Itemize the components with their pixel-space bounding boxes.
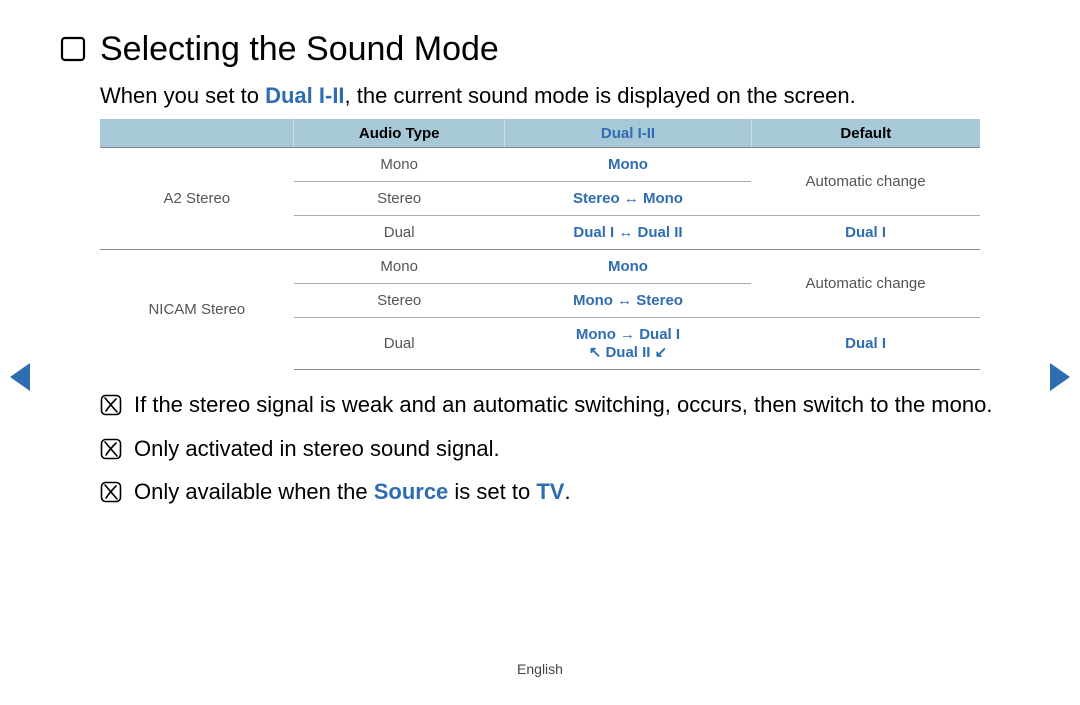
note-icon [100,394,122,416]
note-3-prefix: Only available when the [134,479,374,504]
table-header-default: Default [751,119,980,148]
page-title: Selecting the Sound Mode [60,30,1020,69]
table-header-audio-type: Audio Type [294,119,505,148]
table-header-blank [100,119,294,148]
nicam-group-label: NICAM Stereo [100,250,294,370]
a2-group-label: A2 Stereo [100,148,294,250]
nicam-r1-default: Automatic change [751,250,980,318]
notes-block: If the stereo signal is weak and an auto… [100,390,1020,507]
note-item: Only activated in stereo sound signal. [100,434,1020,464]
a2-r1-atype: Mono [294,148,505,182]
nicam-r3-dual: Mono → Dual I ↖ Dual II ↙ [505,318,751,370]
nicam-r3-default: Dual I [751,318,980,370]
prev-page-arrow-icon[interactable] [10,363,30,391]
note-1-text: If the stereo signal is weak and an auto… [134,390,992,420]
nicam-r3-atype: Dual [294,318,505,370]
footer-language: English [0,661,1080,677]
next-page-arrow-icon[interactable] [1050,363,1070,391]
note-3-tv: TV [536,479,564,504]
note-item: Only available when the Source is set to… [100,477,1020,507]
sound-mode-table: Audio Type Dual I-II Default A2 Stereo M… [100,119,980,370]
page-title-text: Selecting the Sound Mode [100,30,499,68]
a2-r2-dual: Stereo ↔ Mono [505,182,751,216]
intro-suffix: , the current sound mode is displayed on… [345,83,856,108]
note-3-text: Only available when the Source is set to… [134,477,571,507]
title-bullet-icon [60,36,86,62]
a2-r1-dual: Mono [505,148,751,182]
note-3-source: Source [374,479,449,504]
note-icon [100,438,122,460]
table-row: NICAM Stereo Mono Mono Automatic change [100,250,980,284]
a2-r2-atype: Stereo [294,182,505,216]
note-2-text: Only activated in stereo sound signal. [134,434,500,464]
intro-prefix: When you set to [100,83,265,108]
note-3-mid: is set to [448,479,536,504]
a2-r3-atype: Dual [294,216,505,250]
a2-r1-default: Automatic change [751,148,980,216]
note-3-suffix: . [564,479,570,504]
nicam-r3-dual-line1: Mono → Dual I [511,326,745,343]
nicam-r3-dual-line2: ↖ Dual II ↙ [511,343,745,361]
nicam-r2-atype: Stereo [294,284,505,318]
note-icon [100,481,122,503]
a2-r3-default: Dual I [751,216,980,250]
table-header-dual: Dual I-II [505,119,751,148]
nicam-r1-atype: Mono [294,250,505,284]
a2-r3-dual: Dual I ↔ Dual II [505,216,751,250]
manual-page: Selecting the Sound Mode When you set to… [0,0,1080,705]
nicam-r2-dual: Mono ↔ Stereo [505,284,751,318]
intro-highlight: Dual I-II [265,83,344,108]
nicam-r1-dual: Mono [505,250,751,284]
intro-text: When you set to Dual I-II, the current s… [100,83,1020,109]
table-row: A2 Stereo Mono Mono Automatic change [100,148,980,182]
note-item: If the stereo signal is weak and an auto… [100,390,1020,420]
